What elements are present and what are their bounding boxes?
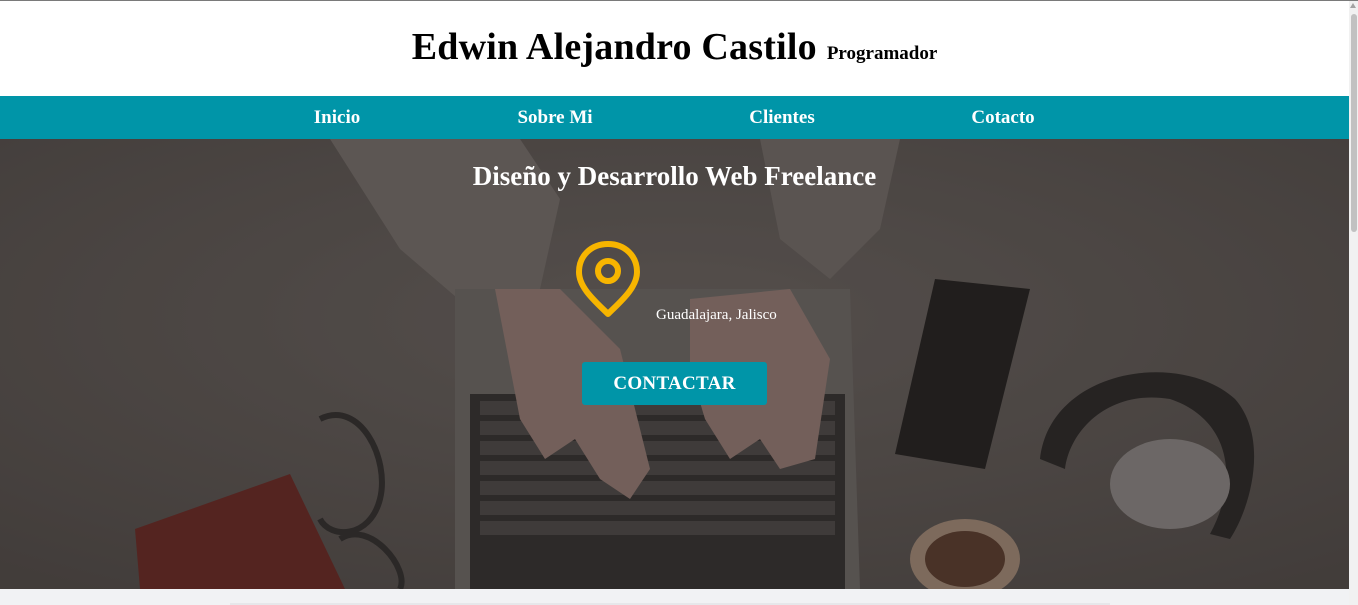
nav-item-contacto[interactable]: Cotacto [960,96,1046,139]
map-pin-icon [576,241,640,317]
nav-item-sobre-mi[interactable]: Sobre Mi [505,96,605,139]
site-subtitle: Programador [826,43,938,64]
hero-title: Diseño y Desarrollo Web Freelance [472,161,877,191]
brand: Edwin Alejandro Castilo Programador [412,25,938,69]
location-text: Guadalajara, Jalisco [656,307,777,323]
nav-item-inicio[interactable]: Inicio [300,96,374,139]
nav-item-clientes[interactable]: Clientes [738,96,826,139]
scrollbar-thumb[interactable] [1351,14,1357,232]
hero-section: Diseño y Desarrollo Web Freelance Guadal… [0,139,1349,589]
site-header: Edwin Alejandro Castilo Programador [0,1,1349,96]
site-title: Edwin Alejandro Castilo [411,26,817,68]
main-nav: Inicio Sobre Mi Clientes Cotacto [0,96,1349,139]
contact-button[interactable]: CONTACTAR [582,362,767,405]
scroll-up-arrow-icon[interactable] [1350,3,1356,8]
